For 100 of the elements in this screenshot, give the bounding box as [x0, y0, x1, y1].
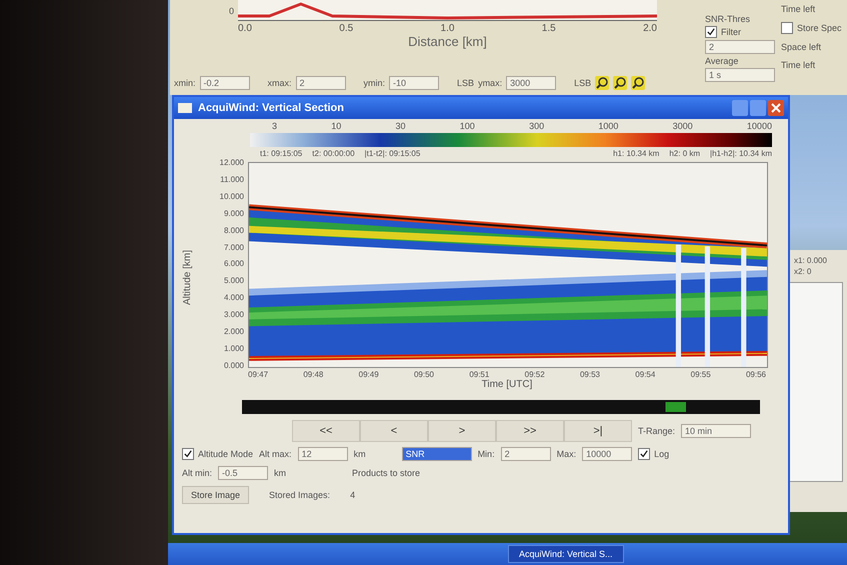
field-label: xmin:: [174, 78, 196, 88]
product-dropdown[interactable]: SNR: [402, 447, 472, 461]
unit-label: km: [354, 449, 366, 459]
group-title: SNR-Thres: [705, 14, 752, 24]
products-menu[interactable]: Products to store: [352, 468, 420, 478]
zoom-icon[interactable]: [631, 76, 646, 90]
status-label: Time left: [781, 60, 816, 70]
navigation-button[interactable]: <<: [292, 420, 360, 442]
cursor-readout: x1: 0.000: [794, 256, 827, 265]
cursor-info: t2: 00:00:00: [312, 149, 355, 158]
axis-tick-label: 09:54: [635, 370, 656, 379]
axis-tick-label: 09:56: [746, 370, 766, 379]
timeline-scrollbar[interactable]: [242, 400, 760, 414]
input-field[interactable]: 2: [705, 40, 775, 54]
axis-tick-label: 1.0: [440, 23, 454, 34]
navigation-button[interactable]: <: [360, 420, 428, 442]
navigation-button[interactable]: >>: [496, 420, 564, 442]
axis-tick-label: 8.000: [222, 226, 244, 235]
field-label: T-Range:: [638, 426, 676, 436]
input-field[interactable]: 10000: [582, 447, 632, 461]
colorbar-tick-label: 300: [529, 121, 544, 131]
colorbar-tick-label: 3000: [672, 121, 693, 131]
status-label: Time left: [781, 4, 816, 14]
axis-tick-label: 2.0: [643, 23, 657, 34]
axis-tick-label: 0: [228, 6, 234, 16]
input-field[interactable]: 3000: [506, 76, 556, 90]
checkbox-label: Store Spec: [797, 23, 842, 33]
average-dropdown[interactable]: 1 s: [705, 68, 775, 82]
axis-tick-label: 9.000: [222, 208, 244, 218]
time-range-dropdown[interactable]: 10 min: [681, 424, 752, 438]
axis-tick-label: 0.000: [222, 360, 244, 370]
axis-tick-label: 5.000: [222, 276, 244, 286]
store-spectra-checkbox[interactable]: [781, 22, 793, 34]
close-icon[interactable]: [768, 100, 784, 116]
checkbox-label: Filter: [721, 27, 741, 37]
altitude-mode-checkbox[interactable]: [182, 448, 194, 460]
navigation-button[interactable]: >: [428, 420, 496, 442]
axis-tick-label: 1.5: [542, 23, 556, 34]
unit-label: LSB: [574, 78, 592, 88]
axis-tick-label: 09:55: [690, 370, 711, 379]
input-field[interactable]: -0.5: [218, 466, 268, 480]
colorbar-tick-label: 30: [396, 121, 406, 131]
checkmark-icon: [707, 28, 715, 36]
unit-label: LSB: [457, 78, 474, 88]
cursor-info: |h1-h2|: 10.34 km: [710, 149, 772, 158]
axis-tick-label: 09:51: [469, 370, 490, 379]
group-title: Average: [705, 56, 740, 66]
field-label: Min:: [478, 449, 495, 459]
colorbar-tick-label: 1000: [598, 121, 618, 131]
axis-tick-label: 12.000: [218, 158, 244, 167]
axis-tick-label: 6.000: [222, 259, 244, 268]
input-field[interactable]: 12: [298, 447, 348, 461]
axis-tick-label: 09:52: [524, 370, 545, 379]
field-label: Stored Images:: [269, 490, 330, 500]
cursor-info: |t1-t2|: 09:15:05: [364, 149, 420, 158]
checkmark-icon: [184, 450, 192, 458]
field-label: Max:: [556, 449, 576, 459]
cursor-info: t1: 09:15:05: [260, 149, 302, 158]
input-field[interactable]: 2: [296, 76, 346, 90]
axis-tick-label: 09:47: [248, 370, 268, 379]
window-icon: [178, 103, 192, 113]
axis-title: Distance [km]: [407, 34, 488, 49]
checkbox-label: Altitude Mode: [198, 449, 254, 459]
log-checkbox[interactable]: [638, 448, 650, 460]
field-label: xmax:: [268, 78, 292, 88]
axis-tick-label: 09:50: [414, 370, 434, 379]
axis-tick-label: 10.000: [218, 192, 244, 201]
colorbar-tick-label: 10: [331, 121, 342, 131]
zoom-icon[interactable]: [595, 76, 610, 90]
filter-checkbox[interactable]: [705, 26, 717, 38]
window-title: AcquiWind: Vertical Section: [198, 102, 345, 114]
checkbox-label: Log: [654, 449, 670, 459]
colorbar-tick-label: 100: [460, 121, 475, 131]
checkmark-icon: [640, 450, 648, 458]
axis-tick-label: 0.0: [238, 23, 252, 34]
axis-title: Time [UTC]: [480, 379, 534, 390]
zoom-icon[interactable]: [613, 76, 628, 90]
unit-label: km: [274, 468, 286, 478]
navigation-button[interactable]: >|: [564, 420, 632, 442]
store-image-button[interactable]: Store Image: [182, 486, 250, 504]
axis-tick-label: 09:49: [358, 370, 379, 379]
input-field[interactable]: -0.2: [200, 76, 250, 90]
cursor-info: h2: 0 km: [669, 149, 700, 158]
axis-tick-label: 0.5: [339, 23, 354, 34]
stored-images-count: 4: [350, 490, 356, 500]
input-field[interactable]: -10: [389, 76, 440, 90]
axis-tick-label: 4.000: [222, 293, 244, 302]
axis-tick-label: 09:53: [580, 370, 600, 379]
axis-tick-label: 11.000: [219, 174, 244, 184]
field-label: Alt min:: [182, 468, 212, 478]
field-label: ymax:: [478, 78, 502, 88]
field-label: Alt max:: [259, 449, 292, 459]
input-field[interactable]: 2: [500, 447, 551, 461]
cursor-info: h1: 10.34 km: [613, 149, 660, 158]
taskbar-button[interactable]: AcquiWind: Vertical S...: [508, 545, 624, 563]
axis-tick-label: 09:48: [303, 370, 324, 379]
axis-title: Altitude [km]: [182, 249, 194, 305]
colorbar-tick-label: 10000: [746, 121, 772, 131]
axis-tick-label: 1.000: [222, 344, 244, 353]
axis-tick-label: 7.000: [222, 242, 244, 252]
